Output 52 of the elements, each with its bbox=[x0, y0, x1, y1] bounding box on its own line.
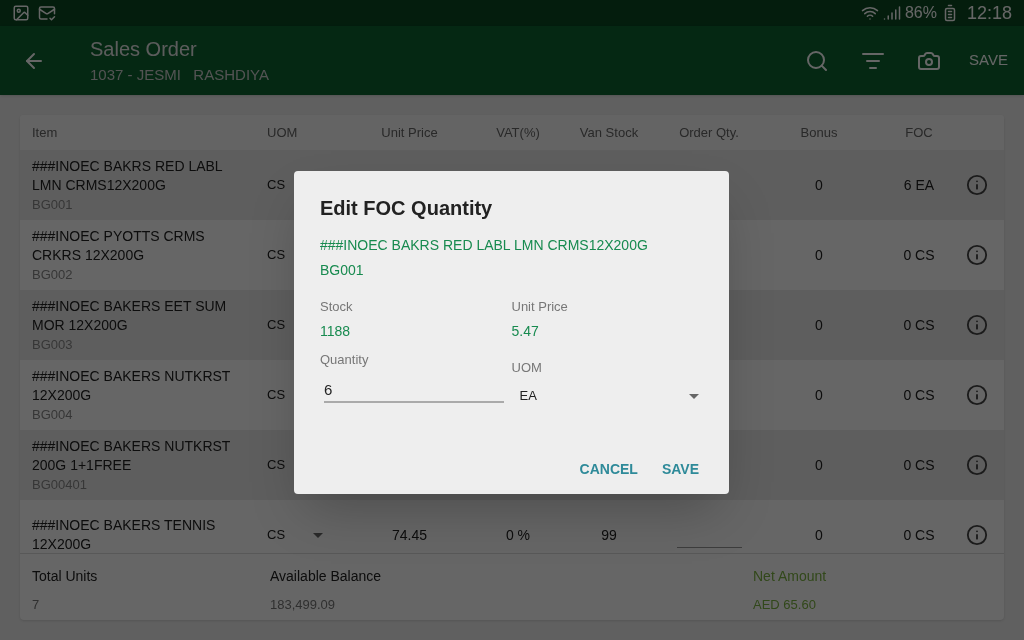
bonus-value: 0 bbox=[815, 176, 823, 193]
uom-value: CS bbox=[267, 456, 286, 475]
quantity-label: Quantity bbox=[320, 350, 370, 369]
uom-value: CS bbox=[267, 316, 286, 335]
field-label: Stock bbox=[320, 298, 354, 316]
item-name: ###INOEC BAKRS RED LABL LMN CRMS12X200G bbox=[32, 156, 224, 195]
field-value: 1188 bbox=[320, 321, 352, 341]
bonus-value: 0 bbox=[815, 456, 823, 473]
uom-label: UOM bbox=[511, 358, 543, 377]
field-value: 5.47 bbox=[511, 321, 540, 341]
column-header: Item bbox=[32, 124, 58, 140]
uom-value: CS bbox=[267, 246, 286, 265]
bonus-value: 0 bbox=[815, 526, 823, 543]
clock: 12:18 bbox=[966, 1, 1012, 25]
foc-value: 0 CS bbox=[903, 246, 935, 263]
uom-value: CS bbox=[267, 176, 286, 195]
customer-subtitle: 1037 - JESMI RASHDIYA bbox=[90, 65, 269, 86]
bonus-value: 0 bbox=[815, 386, 823, 403]
bonus-value: 0 bbox=[815, 316, 823, 333]
dialog-item-code: BG001 bbox=[320, 261, 365, 280]
screen-title: Sales Order bbox=[90, 37, 198, 63]
column-header: FOC bbox=[905, 124, 933, 140]
column-header: Order Qty. bbox=[679, 124, 739, 140]
unit-price: 74.45 bbox=[391, 526, 427, 543]
dialog-item-name: ###INOEC BAKRS RED LABL LMN CRMS12X200G bbox=[320, 236, 649, 255]
vat-value: 0 % bbox=[505, 526, 531, 543]
item-name: ###INOEC PYOTTS CRMS CRKRS 12X200G bbox=[32, 226, 206, 265]
field-label: Unit Price bbox=[511, 298, 569, 316]
foc-value: 0 CS bbox=[903, 316, 935, 333]
van-stock: 99 bbox=[601, 526, 617, 543]
item-name: ###INOEC BAKERS TENNIS 12X200G bbox=[32, 516, 217, 553]
uom-value: CS bbox=[267, 386, 286, 405]
column-header: UOM bbox=[267, 124, 298, 140]
foc-value: 0 CS bbox=[903, 456, 935, 473]
item-name: ###INOEC BAKERS NUTKRST 12X200G bbox=[32, 366, 232, 405]
uom-value: CS bbox=[267, 526, 286, 545]
dialog-title: Edit FOC Quantity bbox=[320, 196, 494, 221]
column-header: Bonus bbox=[800, 124, 838, 140]
foc-value: 6 EA bbox=[903, 176, 935, 193]
column-header: VAT(%) bbox=[496, 124, 540, 140]
bonus-value: 0 bbox=[815, 246, 823, 263]
item-name: ###INOEC BAKERS EET SUM MOR 12X200G bbox=[32, 296, 228, 335]
item-name: ###INOEC BAKERS NUTKRST 200G 1+1FREE bbox=[32, 436, 232, 475]
battery-percent: 86% bbox=[904, 3, 937, 23]
column-header: Unit Price bbox=[381, 124, 438, 140]
total-label: Available Balance bbox=[270, 567, 383, 586]
foc-value: 0 CS bbox=[903, 386, 935, 403]
column-header: Van Stock bbox=[579, 124, 639, 140]
total-label: Total Units bbox=[32, 567, 99, 586]
total-value: AED 65.60 bbox=[753, 596, 817, 614]
total-label: Net Amount bbox=[753, 567, 827, 586]
foc-value: 0 CS bbox=[903, 526, 935, 543]
